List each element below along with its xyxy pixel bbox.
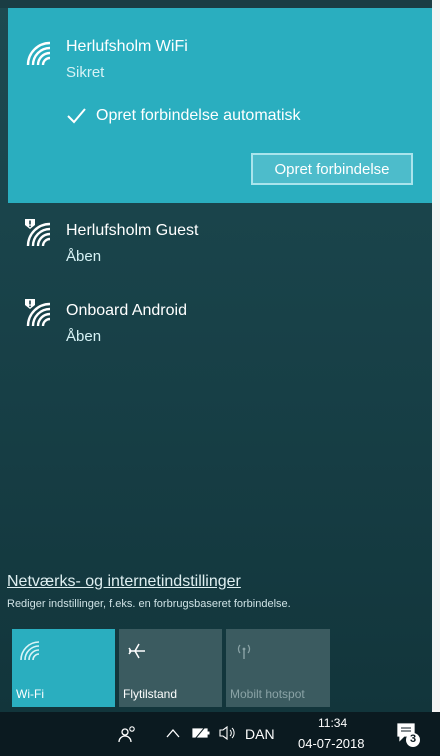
chevron-up-icon[interactable] — [166, 728, 180, 738]
wifi-open-warning-icon — [25, 219, 51, 247]
network-status: Åben — [66, 248, 102, 265]
taskbar: DAN 11:34 04-07-2018 3 — [0, 712, 440, 756]
people-icon[interactable] — [118, 724, 138, 744]
clock-date[interactable]: 04-07-2018 — [298, 736, 365, 751]
airplane-icon — [128, 643, 145, 659]
checkmark-icon — [67, 108, 86, 124]
language-indicator[interactable]: DAN — [245, 726, 275, 742]
airplane-tile-label: Flytilstand — [123, 687, 178, 701]
flyout-right-edge — [432, 0, 440, 712]
network-list-item[interactable]: Onboard Android Åben — [8, 292, 432, 362]
network-name: Herlufsholm Guest — [66, 222, 199, 239]
auto-connect-label: Opret forbindelse automatisk — [96, 107, 301, 124]
wifi-icon — [20, 641, 40, 661]
mobile-hotspot-tile[interactable]: Mobilt hotspot — [226, 629, 330, 707]
connect-button[interactable]: Opret forbindelse — [251, 153, 413, 185]
battery-icon[interactable] — [192, 727, 210, 739]
selected-network-status: Sikret — [66, 64, 105, 81]
wifi-tile-label: Wi-Fi — [16, 687, 44, 701]
network-name: Onboard Android — [66, 302, 187, 319]
airplane-mode-tile[interactable]: Flytilstand — [119, 629, 222, 707]
notification-count-badge: 3 — [410, 733, 417, 745]
wifi-open-warning-icon — [25, 299, 51, 327]
wifi-signal-icon — [26, 41, 51, 66]
network-settings-description: Rediger indstillinger, f.eks. en forbrug… — [7, 598, 291, 610]
network-list-item[interactable]: Herlufsholm Guest Åben — [8, 212, 432, 282]
selected-network-name: Herlufsholm WiFi — [66, 38, 188, 55]
hotspot-icon — [237, 644, 251, 659]
network-settings-link[interactable]: Netværks- og internetindstillinger — [7, 573, 241, 591]
auto-connect-checkbox-row[interactable]: Opret forbindelse automatisk — [66, 104, 301, 128]
auto-connect-checkbox[interactable] — [66, 106, 86, 126]
hotspot-tile-label: Mobilt hotspot — [230, 687, 305, 701]
network-status: Åben — [66, 328, 102, 345]
volume-icon[interactable] — [218, 725, 238, 741]
wifi-toggle-tile[interactable]: Wi-Fi — [12, 629, 115, 707]
network-flyout: Herlufsholm WiFi Sikret Opret forbindels… — [0, 0, 440, 712]
flyout-top-edge — [0, 0, 440, 8]
clock-time[interactable]: 11:34 — [318, 716, 347, 730]
selected-network-panel[interactable]: Herlufsholm WiFi Sikret Opret forbindels… — [8, 8, 432, 203]
